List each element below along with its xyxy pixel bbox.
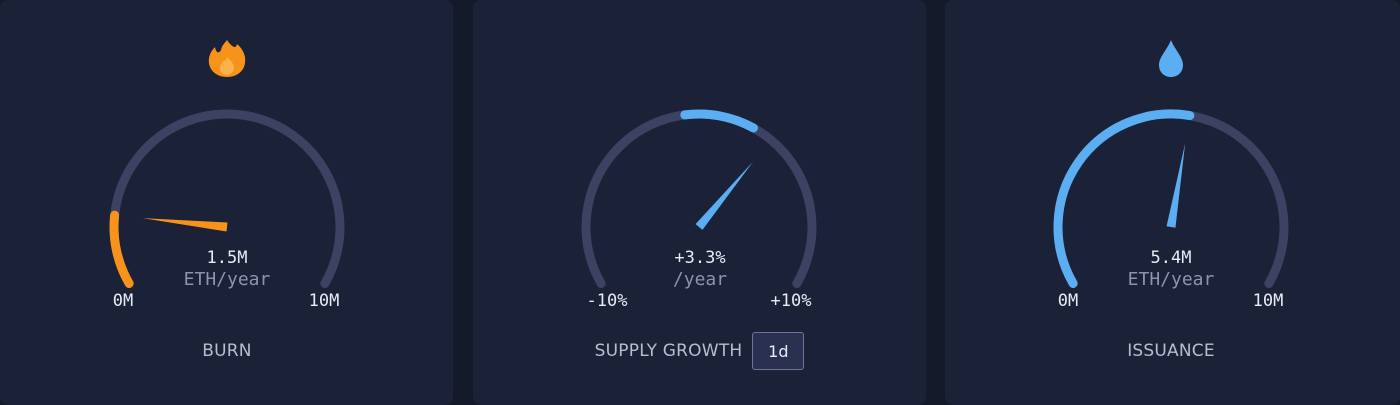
- supply-growth-card: +3.3% /year -10% +10% SUPPLY GROWTH 1d: [473, 0, 926, 405]
- gauge-fill: [680, 109, 758, 133]
- burn-unit: ETH/year: [183, 269, 271, 290]
- gauge-needle: [142, 218, 228, 232]
- supply-growth-value: +3.3%: [674, 248, 726, 268]
- supply-growth-min-label: -10%: [586, 291, 628, 311]
- burn-card: 1.5M ETH/year 0M 10M BURN: [0, 0, 453, 405]
- gauge-needle: [1166, 143, 1186, 228]
- fire-icon: [208, 40, 246, 77]
- issuance-unit: ETH/year: [1127, 269, 1215, 290]
- burn-min-label: 0M: [112, 291, 134, 311]
- issuance-value: 5.4M: [1150, 248, 1192, 268]
- issuance-max-label: 10M: [1252, 291, 1284, 311]
- time-period-button[interactable]: 1d: [752, 332, 805, 370]
- supply-growth-max-label: +10%: [770, 291, 812, 311]
- supply-growth-title: SUPPLY GROWTH: [594, 341, 743, 361]
- issuance-card: 5.4M ETH/year 0M 10M ISSUANCE: [945, 0, 1400, 405]
- issuance-title: ISSUANCE: [1127, 341, 1215, 361]
- supply-growth-footer: SUPPLY GROWTH 1d: [473, 332, 926, 370]
- burn-title: BURN: [202, 341, 252, 361]
- supply-growth-unit: /year: [672, 269, 728, 290]
- burn-value: 1.5M: [206, 248, 248, 268]
- gauges-row: 1.5M ETH/year 0M 10M BURN +3.3% /year -1…: [0, 0, 1400, 405]
- droplet-icon: [1159, 40, 1183, 77]
- gauge-needle: [695, 161, 754, 230]
- issuance-min-label: 0M: [1057, 291, 1079, 311]
- burn-max-label: 10M: [308, 291, 340, 311]
